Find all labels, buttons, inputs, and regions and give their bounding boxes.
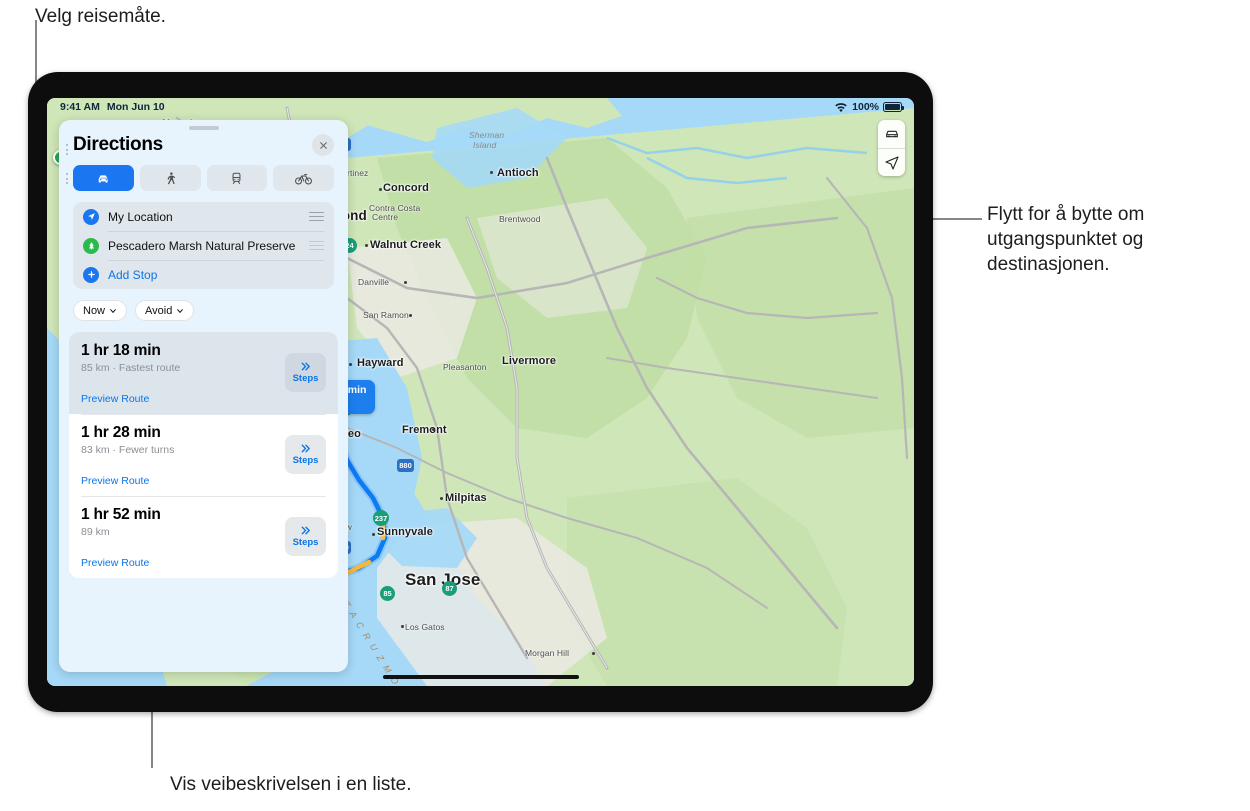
stops-list[interactable]: My Location Pescadero Marsh Natural Pres… xyxy=(66,144,334,289)
avoid-label: Avoid xyxy=(145,304,173,317)
route-option-1[interactable]: 1 hr 18 min 85 km · Fastest route Previe… xyxy=(69,332,338,414)
map-control-locate-button[interactable] xyxy=(878,148,905,176)
travel-mode-walk[interactable] xyxy=(139,165,201,191)
preview-route-link[interactable]: Preview Route xyxy=(81,557,326,569)
city-dot xyxy=(401,625,404,628)
bicycle-icon xyxy=(295,173,313,184)
route-options-list[interactable]: 1 hr 18 min 85 km · Fastest route Previe… xyxy=(69,332,338,578)
page-title: Directions xyxy=(73,134,163,155)
map-controls[interactable] xyxy=(878,120,905,176)
stop-connector-dots xyxy=(66,144,68,158)
route-option-2[interactable]: 1 hr 28 min 83 km · Fewer turns Preview … xyxy=(69,414,338,496)
chevron-down-icon xyxy=(177,308,184,313)
highway-shield-880-south: 880 xyxy=(397,459,414,472)
travel-mode-cycle[interactable] xyxy=(273,165,334,191)
annotation-show-steps: Vis veibeskrivelsen i en liste. xyxy=(170,774,412,795)
reorder-handle-origin[interactable] xyxy=(309,211,324,222)
city-dot xyxy=(440,497,443,500)
city-dot xyxy=(365,244,368,247)
steps-label: Steps xyxy=(292,373,319,384)
city-dot xyxy=(432,428,435,431)
city-label-sherman: Sherman xyxy=(469,130,505,140)
avoid-filter[interactable]: Avoid xyxy=(135,300,195,321)
departure-time-filter[interactable]: Now xyxy=(73,300,128,321)
steps-button[interactable]: Steps xyxy=(285,517,326,556)
city-label-livermore: Livermore xyxy=(502,355,557,367)
map-control-car-button[interactable] xyxy=(878,120,905,148)
annotation-swap-endpoints: Flytt for å bytte om utgangspunktet og d… xyxy=(987,204,1145,275)
chevron-down-icon xyxy=(110,308,116,313)
travel-mode-transit[interactable] xyxy=(206,165,268,191)
reorder-handle-destination[interactable] xyxy=(309,240,324,251)
city-label-island: Island xyxy=(473,140,497,150)
steps-button[interactable]: Steps xyxy=(285,353,326,392)
city-label-morgan-hill: Morgan Hill xyxy=(525,648,570,658)
city-dot xyxy=(490,171,493,174)
preview-route-link[interactable]: Preview Route xyxy=(81,475,326,487)
city-label-concord: Concord xyxy=(383,182,429,194)
panel-header: Directions xyxy=(59,130,348,156)
city-label-hayward: Hayward xyxy=(357,357,404,369)
home-indicator xyxy=(382,675,579,679)
close-icon xyxy=(319,141,327,149)
preview-route-link[interactable]: Preview Route xyxy=(81,393,326,405)
city-label-san-ramon: San Ramon xyxy=(363,310,409,320)
city-label-brentwood: Brentwood xyxy=(499,214,541,224)
city-dot xyxy=(372,533,375,536)
city-label-fremont: Fremont xyxy=(402,424,447,436)
city-dot xyxy=(409,314,412,317)
close-button[interactable] xyxy=(312,134,334,156)
ipad-device: Gulfof theFarallones NorthPacificOcean S… xyxy=(23,67,938,717)
train-icon xyxy=(232,172,241,184)
steps-label: Steps xyxy=(292,455,319,466)
stop-label-origin: My Location xyxy=(108,209,173,224)
plus-icon xyxy=(83,266,99,283)
city-dot xyxy=(379,188,382,191)
travel-mode-drive[interactable] xyxy=(73,165,134,191)
destination-pin-icon xyxy=(83,237,99,254)
walk-icon xyxy=(167,171,175,184)
travel-mode-selector[interactable] xyxy=(59,156,348,191)
chevron-double-right-icon xyxy=(301,444,310,453)
annotation-travel-mode: Velg reisemåte. xyxy=(35,6,166,27)
steps-button[interactable]: Steps xyxy=(285,435,326,474)
city-label-centre: Centre xyxy=(372,212,399,222)
city-label-danville: Danville xyxy=(358,277,390,287)
route-option-3[interactable]: 1 hr 52 min 89 km Preview Route Steps xyxy=(69,496,338,578)
navigation-arrow-icon xyxy=(83,208,99,225)
city-label-milpitas: Milpitas xyxy=(445,492,487,504)
steps-label: Steps xyxy=(292,537,319,548)
stop-connector-dots-2 xyxy=(66,173,68,187)
add-stop-label: Add Stop xyxy=(108,267,158,282)
ipad-screen: Gulfof theFarallones NorthPacificOcean S… xyxy=(47,98,914,686)
highway-shield-85: 85 xyxy=(380,586,395,601)
car-icon xyxy=(98,174,108,183)
city-label-los-gatos: Los Gatos xyxy=(405,622,445,632)
city-dot xyxy=(404,281,407,284)
stop-row-destination[interactable]: Pescadero Marsh Natural Preserve xyxy=(83,231,324,260)
city-dot xyxy=(592,652,595,655)
directions-panel[interactable]: Directions My Location Pescadero Marsh N… xyxy=(59,120,348,672)
stop-label-destination: Pescadero Marsh Natural Preserve xyxy=(108,238,296,253)
chevron-double-right-icon xyxy=(301,362,310,371)
highway-shield-87: 87 xyxy=(442,581,457,596)
chevron-double-right-icon xyxy=(301,526,310,535)
city-label-antioch: Antioch xyxy=(497,167,539,179)
highway-shield-237: 237 xyxy=(373,510,389,526)
stop-row-origin[interactable]: My Location xyxy=(83,202,324,231)
city-dot xyxy=(349,363,352,366)
city-label-walnut-creek: Walnut Creek xyxy=(370,239,442,251)
departure-time-label: Now xyxy=(83,304,106,317)
stop-row-add[interactable]: Add Stop xyxy=(83,260,324,289)
city-label-pleasanton: Pleasanton xyxy=(443,362,487,372)
route-filters[interactable]: Now Avoid xyxy=(59,289,348,321)
city-label-sunnyvale: Sunnyvale xyxy=(377,526,433,538)
